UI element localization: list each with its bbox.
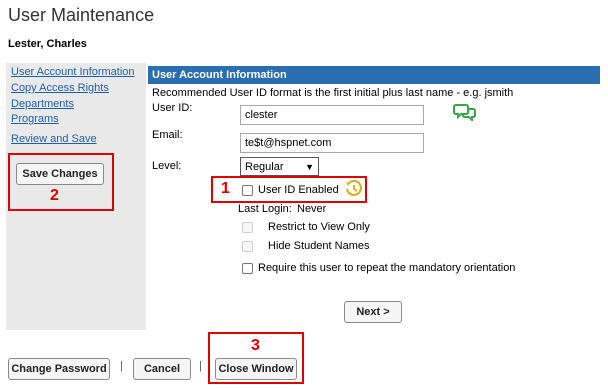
page-title: User Maintenance (8, 5, 155, 25)
chevron-down-icon: ▼ (305, 161, 314, 172)
level-label: Level: (152, 160, 182, 172)
annotation-number-2: 2 (50, 187, 59, 204)
last-login-value: Never (297, 203, 327, 215)
change-password-button[interactable]: Change Password (8, 358, 110, 380)
level-select-value: Regular (245, 160, 284, 173)
user-id-input[interactable] (240, 105, 424, 125)
highlight-box-2 (8, 153, 114, 211)
nav-link-programs[interactable]: Programs (11, 113, 59, 125)
repeat-orientation-label: Require this user to repeat the mandator… (258, 262, 516, 274)
hide-student-names-label: Hide Student Names (268, 240, 370, 252)
nav-link-departments[interactable]: Departments (11, 98, 74, 110)
email-label: Email: (152, 129, 183, 141)
hide-student-names-checkbox[interactable] (242, 241, 253, 252)
nav-link-copy-access-rights[interactable]: Copy Access Rights (11, 82, 109, 94)
annotation-number-1: 1 (221, 180, 230, 197)
highlight-box-1 (211, 176, 367, 203)
restrict-view-only-checkbox[interactable] (242, 222, 253, 233)
next-button[interactable]: Next > (344, 301, 402, 323)
user-id-format-hint: Recommended User ID format is the first … (152, 87, 514, 99)
user-id-label: User ID: (152, 102, 193, 114)
restrict-view-only-label: Restrict to View Only (268, 221, 370, 233)
level-select[interactable]: Regular ▼ (240, 157, 319, 176)
annotation-number-3: 3 (251, 337, 260, 354)
speech-bubbles-icon[interactable] (453, 103, 477, 126)
last-login-label: Last Login: (238, 203, 292, 215)
nav-link-user-account-information[interactable]: User Account Information (11, 66, 135, 78)
email-input[interactable] (240, 133, 424, 153)
cancel-button[interactable]: Cancel (133, 358, 191, 380)
repeat-orientation-checkbox[interactable] (242, 263, 253, 274)
user-name: Lester, Charles (8, 38, 87, 50)
footer-separator: | (120, 360, 123, 372)
nav-link-review-and-save[interactable]: Review and Save (11, 133, 97, 145)
section-header: User Account Information (148, 66, 600, 84)
footer-separator: | (199, 360, 202, 372)
